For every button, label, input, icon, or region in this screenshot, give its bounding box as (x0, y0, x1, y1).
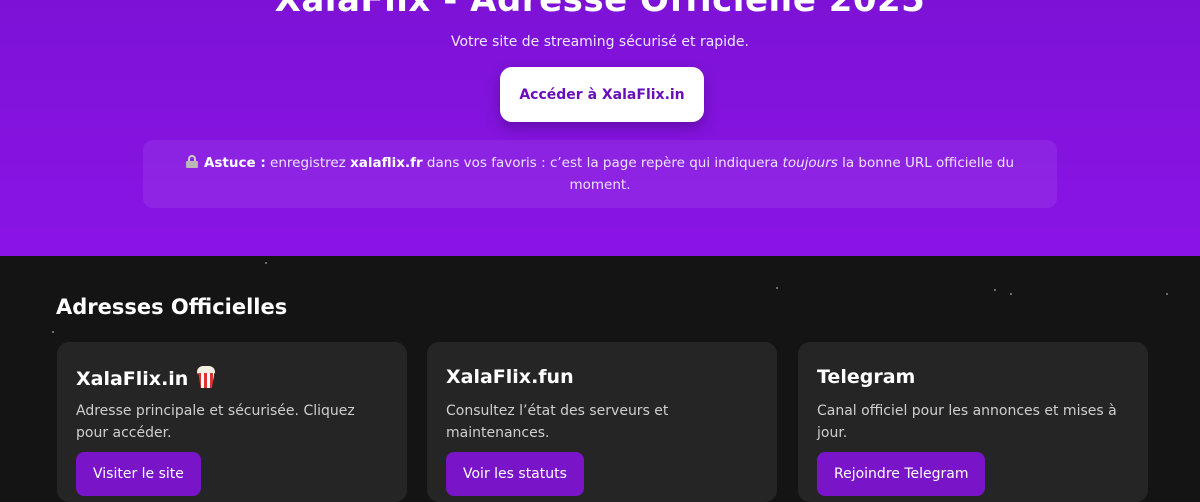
star-decoration (1010, 293, 1012, 295)
visit-site-button[interactable]: Visiter le site (76, 452, 201, 496)
hero-banner: XalaFlix - Adresse Officielle 2025 Votre… (0, 0, 1200, 256)
star-decoration (994, 289, 996, 291)
view-status-button[interactable]: Voir les statuts (446, 452, 584, 496)
card-title: XalaFlix.fun (446, 366, 574, 388)
card-title: XalaFlix.in (76, 366, 216, 390)
card-description: Consultez l’état des serveurs et mainten… (446, 403, 669, 441)
popcorn-icon (196, 366, 216, 388)
join-telegram-button[interactable]: Rejoindre Telegram (817, 452, 986, 496)
card-description: Canal officiel pour les annonces et mise… (817, 403, 1117, 441)
star-decoration (52, 331, 54, 333)
tip-domain: xalaflix.fr (350, 155, 423, 171)
tip-text: Astuce : enregistrez xalaflix.fr dans vo… (169, 152, 1031, 196)
card-title-text: XalaFlix.in (76, 368, 189, 390)
access-site-button[interactable]: Accéder à XalaFlix.in (500, 67, 704, 122)
section-title: Adresses Officielles (56, 295, 288, 319)
star-decoration (776, 287, 778, 289)
card-xalaflix-in: XalaFlix.in Adresse principale et sécuri… (57, 342, 407, 502)
tip-box: Astuce : enregistrez xalaflix.fr dans vo… (143, 140, 1057, 208)
tip-text-part-2: dans vos favoris : c’est la page repère … (422, 155, 783, 171)
hero-subtitle: Votre site de streaming sécurisé et rapi… (451, 34, 749, 50)
tip-label: Astuce : (203, 155, 266, 171)
card-description: Adresse principale et sécurisée. Cliquez… (76, 403, 355, 441)
lock-icon (185, 155, 198, 168)
star-decoration (1166, 293, 1168, 295)
tip-emphasis: toujours (782, 155, 838, 171)
card-telegram: Telegram Canal officiel pour les annonce… (798, 342, 1148, 502)
star-decoration (265, 262, 267, 264)
card-xalaflix-fun: XalaFlix.fun Consultez l’état des serveu… (427, 342, 777, 502)
tip-text-part-1: enregistrez (265, 155, 351, 171)
official-addresses-section: Adresses Officielles XalaFlix.in Adresse… (0, 256, 1200, 502)
page-title: XalaFlix - Adresse Officielle 2025 (274, 0, 926, 20)
card-title: Telegram (817, 366, 916, 388)
